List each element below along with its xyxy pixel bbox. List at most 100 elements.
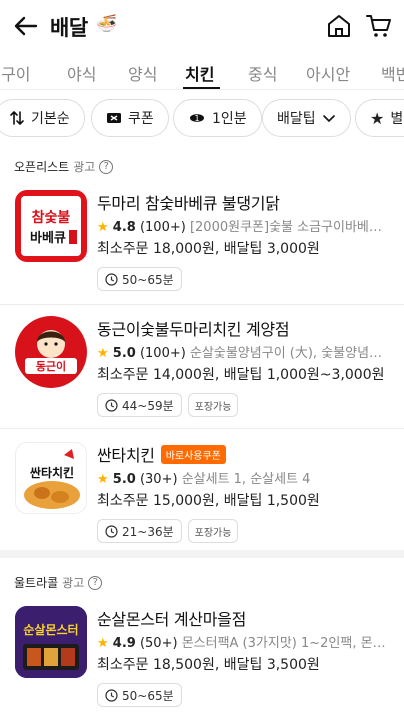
divider bbox=[0, 304, 404, 305]
tab-asian[interactable]: 아시안 bbox=[306, 61, 350, 85]
store-logo: 참숯불 바베큐 bbox=[15, 190, 87, 262]
coupon-filter-label: 쿠폰 bbox=[128, 111, 154, 127]
rating-filter-chip[interactable]: ★ 별점 bbox=[355, 99, 404, 137]
store-card[interactable]: 순살몬스터 순살몬스터 계산마을점 ★ 4.9 (50+) 몬스터팩A (3가지… bbox=[0, 606, 404, 720]
instant-coupon-badge: 바로사용쿠폰 bbox=[160, 444, 226, 464]
pickup-badge: 포장가능 bbox=[187, 393, 239, 417]
store-tags: 44~59분 포장가능 bbox=[97, 393, 239, 417]
logo-text: 순살몬스터 bbox=[23, 622, 78, 637]
store-rating: 5.0 bbox=[112, 472, 136, 487]
section-divider bbox=[0, 550, 404, 558]
store-fees: 최소주문 18,000원, 배달팁 3,000원 bbox=[97, 241, 320, 257]
logo-text: 동근이 bbox=[36, 359, 66, 373]
single-portion-icon: 1 bbox=[190, 114, 204, 123]
store-name-row: 두마리 참숯바베큐 불댕기닭 bbox=[97, 190, 280, 214]
svg-text:1: 1 bbox=[194, 114, 199, 123]
help-icon[interactable]: ? bbox=[88, 575, 103, 590]
openlist-section-label: 오픈리스트 광고 ? bbox=[14, 158, 114, 175]
divider bbox=[0, 428, 404, 429]
single-portion-label: 1인분 bbox=[212, 111, 247, 127]
tab-chinese[interactable]: 중식 bbox=[248, 61, 277, 85]
store-menu: 순살세트 1, 순살세트 4 bbox=[181, 472, 311, 487]
store-menu: 몬스터팩A (3가지맛) 1~2인팩, 몬스… bbox=[181, 636, 389, 651]
store-logo: 순살몬스터 bbox=[15, 606, 87, 678]
store-review-count: (100+) bbox=[139, 346, 186, 361]
delivery-time-chip: 50~65분 bbox=[97, 683, 182, 707]
clock-icon bbox=[105, 398, 118, 412]
tab-yasik[interactable]: 야식 bbox=[67, 61, 96, 85]
coupon-icon bbox=[107, 113, 121, 123]
delivery-tip-label: 배달팁 bbox=[277, 111, 316, 127]
ad-label: 광고 bbox=[73, 160, 96, 174]
store-rating: 5.0 bbox=[112, 346, 136, 361]
delivery-time-chip: 44~59분 bbox=[97, 393, 182, 417]
back-arrow-icon[interactable] bbox=[12, 12, 40, 40]
delivery-time: 50~65분 bbox=[122, 688, 174, 703]
ultracall-section-label: 울트라콜 광고 ? bbox=[14, 574, 103, 591]
store-review-count: (30+) bbox=[139, 472, 178, 487]
sort-default-chip[interactable]: 기본순 bbox=[0, 99, 85, 137]
store-review-count: (100+) bbox=[139, 220, 186, 235]
store-card[interactable]: 동근이 동근이숯불두마리치킨 계양점 ★ 5.0 (100+) 순살숯불양념구이… bbox=[0, 316, 404, 442]
logo-text: 싼타치킨 bbox=[30, 465, 74, 480]
star-icon: ★ bbox=[97, 346, 109, 361]
category-tabs: ·구이 야식 양식 치킨 중식 아시안 백반 bbox=[0, 54, 404, 90]
store-rating-row: ★ 4.8 (100+) [2000원쿠폰]숯불 소금구이바베… bbox=[97, 216, 389, 235]
store-menu: [2000원쿠폰]숯불 소금구이바베… bbox=[189, 220, 382, 235]
star-icon: ★ bbox=[97, 636, 109, 651]
delivery-time-chip: 21~36분 bbox=[97, 519, 182, 543]
store-name: 순살몬스터 계산마을점 bbox=[97, 610, 246, 629]
sort-default-label: 기본순 bbox=[31, 111, 70, 127]
home-icon[interactable] bbox=[326, 13, 352, 39]
store-review-count: (50+) bbox=[139, 636, 178, 651]
tab-chicken[interactable]: 치킨 bbox=[185, 61, 214, 85]
store-rating-row: ★ 4.9 (50+) 몬스터팩A (3가지맛) 1~2인팩, 몬스… bbox=[97, 632, 389, 651]
store-fees: 최소주문 14,000원, 배달팁 1,000원~3,000원 bbox=[97, 367, 385, 383]
store-rating-row: ★ 5.0 (30+) 순살세트 1, 순살세트 4 bbox=[97, 468, 389, 487]
delivery-time: 21~36분 bbox=[122, 524, 174, 539]
section-title: 울트라콜 bbox=[14, 576, 59, 590]
store-name-row: 동근이숯불두마리치킨 계양점 bbox=[97, 316, 290, 340]
logo-text: 참숯불 bbox=[32, 210, 71, 226]
cart-icon[interactable] bbox=[366, 13, 392, 39]
section-title: 오픈리스트 bbox=[14, 160, 70, 174]
store-name: 싼타치킨 bbox=[97, 446, 155, 465]
coupon-filter-chip[interactable]: 쿠폰 bbox=[91, 99, 169, 137]
rating-filter-label: 별점 bbox=[390, 111, 404, 127]
app-header: 배달 🍜 bbox=[0, 0, 404, 54]
store-name-row: 순살몬스터 계산마을점 bbox=[97, 606, 246, 630]
single-portion-chip[interactable]: 1 1인분 bbox=[173, 99, 262, 137]
delivery-time-chip: 50~65분 bbox=[97, 267, 182, 291]
tab-baekban[interactable]: 백반 bbox=[381, 61, 404, 85]
delivery-tip-chip[interactable]: 배달팁 bbox=[262, 99, 351, 137]
store-rating: 4.8 bbox=[112, 220, 136, 235]
store-rating-row: ★ 5.0 (100+) 순살숯불양념구이 (大), 숯불양념… bbox=[97, 342, 389, 361]
filter-bar: 기본순 쿠폰 1 1인분 배달팁 ★ 별점 bbox=[0, 99, 404, 139]
tab-western[interactable]: 양식 bbox=[128, 61, 157, 85]
logo-text: 바베큐 bbox=[30, 230, 66, 246]
chevron-down-icon bbox=[322, 115, 335, 123]
star-icon: ★ bbox=[97, 220, 109, 235]
store-tags: 50~65분 bbox=[97, 267, 182, 291]
store-menu: 순살숯불양념구이 (大), 숯불양념… bbox=[189, 346, 383, 361]
clock-icon bbox=[105, 688, 118, 702]
store-name-row: 싼타치킨 바로사용쿠폰 bbox=[97, 442, 226, 466]
pickup-badge: 포장가능 bbox=[187, 519, 239, 543]
store-logo: 동근이 bbox=[15, 316, 87, 388]
tab-gui[interactable]: ·구이 bbox=[0, 61, 31, 85]
clock-icon bbox=[105, 524, 118, 538]
sort-icon bbox=[10, 111, 24, 125]
active-tab-indicator bbox=[183, 87, 220, 89]
store-fees: 최소주문 15,000원, 배달팁 1,500원 bbox=[97, 493, 320, 509]
store-fees: 최소주문 18,500원, 배달팁 3,500원 bbox=[97, 657, 320, 673]
clock-icon bbox=[105, 272, 118, 286]
store-card[interactable]: 참숯불 바베큐 두마리 참숯바베큐 불댕기닭 ★ 4.8 (100+) [200… bbox=[0, 190, 404, 316]
store-tags: 21~36분 포장가능 bbox=[97, 519, 239, 543]
store-logo: 싼타치킨 bbox=[15, 442, 87, 514]
ad-label: 광고 bbox=[62, 576, 85, 590]
delivery-time: 44~59분 bbox=[122, 398, 174, 413]
help-icon[interactable]: ? bbox=[99, 159, 114, 174]
star-icon: ★ bbox=[370, 108, 385, 128]
store-tags: 50~65분 bbox=[97, 683, 182, 707]
bowl-emoji-icon: 🍜 bbox=[96, 14, 118, 34]
